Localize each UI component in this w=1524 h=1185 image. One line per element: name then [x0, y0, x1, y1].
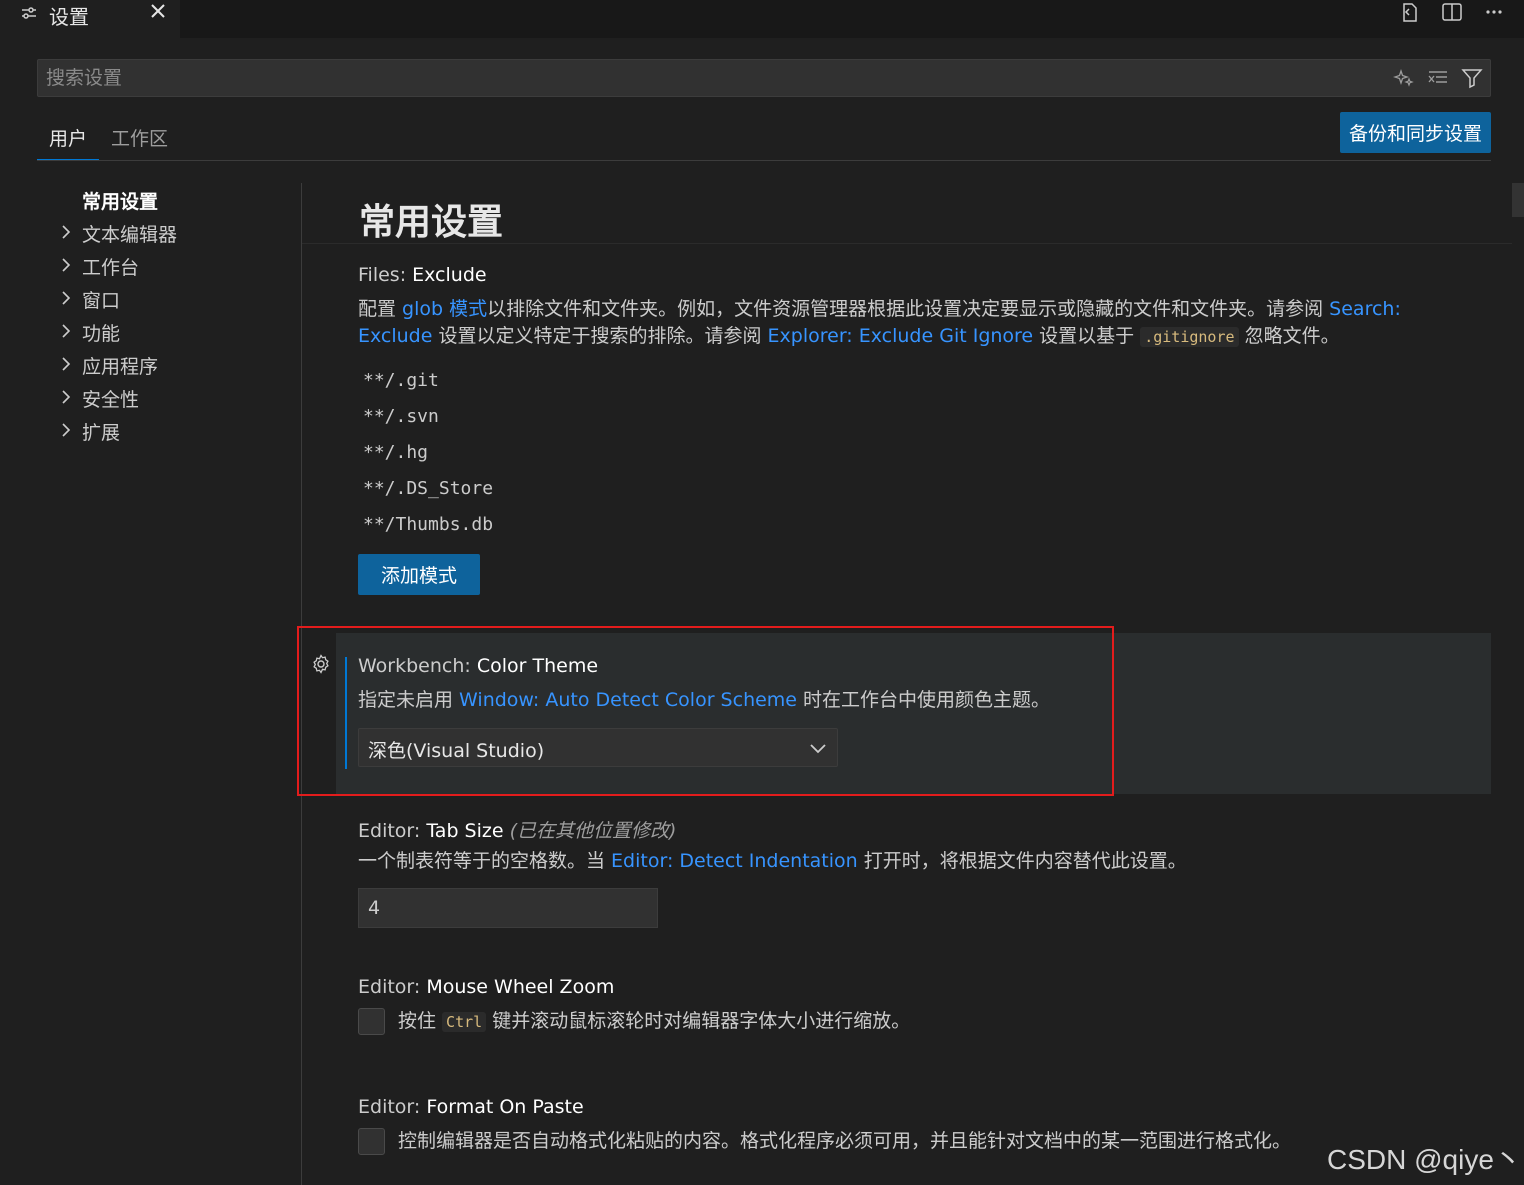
setting-name: Tab Size: [426, 820, 504, 842]
toc-item-application[interactable]: 应用程序: [0, 350, 300, 380]
settings-search-box: [37, 59, 1491, 97]
desc-text: 设置以定义特定于搜索的排除。请参阅: [432, 325, 768, 347]
editor-actions: [1398, 0, 1506, 24]
clear-filter-icon[interactable]: [1426, 66, 1450, 90]
toc-item-window[interactable]: 窗口: [0, 284, 300, 314]
modified-elsewhere-indicator[interactable]: (已在其他位置修改): [510, 820, 677, 842]
title-divider: [302, 243, 1512, 244]
setting-name: Mouse Wheel Zoom: [426, 976, 615, 998]
toc-item-label: 窗口: [82, 290, 121, 312]
toc-item-label: 安全性: [82, 389, 140, 411]
setting-title-mouse-wheel-zoom: Editor: Mouse Wheel Zoom: [358, 976, 614, 998]
watermark: CSDN @qiye丶: [1327, 1144, 1522, 1175]
format-on-paste-checkbox[interactable]: [358, 1128, 385, 1155]
setting-title-tab-size: Editor: Tab Size (已在其他位置修改): [358, 816, 676, 843]
exclude-pattern-item[interactable]: **/.svn: [363, 406, 439, 427]
mouse-wheel-zoom-checkbox[interactable]: [358, 1008, 385, 1035]
tab-title: 设置: [49, 5, 89, 29]
settings-tab[interactable]: 设置: [0, 0, 180, 38]
inline-code: .gitignore: [1140, 327, 1239, 347]
setting-description-tab-size: 一个制表符等于的空格数。当 Editor: Detect Indentation…: [358, 848, 1458, 875]
desc-text: 键并滚动鼠标滚轮时对编辑器字体大小进行缩放。: [486, 1010, 911, 1032]
toc-item-label: 常用设置: [82, 191, 159, 213]
desc-text: 打开时，将根据文件内容替代此设置。: [857, 850, 1187, 872]
toc-item-features[interactable]: 功能: [0, 317, 300, 347]
editor-tab-bar: 设置: [0, 0, 1524, 38]
exclude-pattern-item[interactable]: **/.hg: [363, 442, 428, 463]
setting-category: Files:: [358, 264, 413, 286]
setting-category: Editor:: [358, 976, 427, 998]
chevron-right-icon: [62, 357, 71, 371]
desc-text: 忽略文件。: [1238, 325, 1340, 347]
chevron-right-icon: [62, 258, 71, 272]
toc-item-label: 工作台: [82, 257, 140, 279]
exclude-pattern-item[interactable]: **/Thumbs.db: [363, 514, 493, 535]
chevron-right-icon: [62, 291, 71, 305]
split-editor-icon[interactable]: [1440, 0, 1464, 24]
link-glob[interactable]: glob 模式: [402, 298, 487, 320]
link-search-exclude-b[interactable]: Exclude: [358, 325, 432, 347]
setting-name: Format On Paste: [426, 1096, 584, 1118]
scope-divider: [37, 160, 1491, 161]
ai-sparkle-icon[interactable]: [1392, 66, 1416, 90]
desc-text: 按住: [398, 1010, 443, 1032]
toc-item-label: 文本编辑器: [82, 224, 178, 246]
desc-text: 配置: [358, 298, 403, 320]
toc-item-text-editor[interactable]: 文本编辑器: [0, 218, 300, 248]
tab-size-input[interactable]: [358, 888, 658, 928]
settings-sliders-icon: [22, 7, 36, 19]
toc-item-label: 应用程序: [82, 356, 159, 378]
exclude-pattern-item[interactable]: **/.git: [363, 370, 439, 391]
backup-sync-button[interactable]: 备份和同步设置: [1340, 112, 1491, 153]
setting-name: Exclude: [412, 264, 487, 286]
chevron-right-icon: [62, 390, 71, 404]
search-input[interactable]: [46, 60, 1376, 96]
toc-item-workbench[interactable]: 工作台: [0, 251, 300, 281]
filter-icon[interactable]: [1460, 66, 1484, 90]
setting-title-format-on-paste: Editor: Format On Paste: [358, 1096, 584, 1118]
link-explorer-exclude-git-ignore[interactable]: Explorer: Exclude Git Ignore: [768, 325, 1034, 347]
desc-text: 一个制表符等于的空格数。当: [358, 850, 612, 872]
search-actions: [1392, 66, 1484, 90]
toc-item-extensions[interactable]: 扩展: [0, 416, 300, 446]
settings-scope-tabs: 用户 工作区: [37, 116, 180, 161]
setting-description-format-on-paste: 控制编辑器是否自动格式化粘贴的内容。格式化程序必须可用，并且能针对文档中的某一范…: [398, 1130, 1292, 1152]
toc-item-security[interactable]: 安全性: [0, 383, 300, 413]
link-detect-indentation[interactable]: Editor: Detect Indentation: [611, 850, 858, 872]
open-settings-json-icon[interactable]: [1398, 0, 1422, 24]
setting-category: Editor:: [358, 1096, 427, 1118]
setting-description-files-exclude: 配置 glob 模式以排除文件和文件夹。例如，文件资源管理器根据此设置决定要显示…: [358, 296, 1458, 351]
desc-text: 以排除文件和文件夹。例如，文件资源管理器根据此设置决定要显示或隐藏的文件和文件夹…: [487, 298, 1330, 320]
toc-item-commonly-used[interactable]: 常用设置: [0, 185, 300, 215]
inline-code: Ctrl: [442, 1012, 487, 1032]
setting-description-mouse-wheel-zoom: 按住 Ctrl 键并滚动鼠标滚轮时对编辑器字体大小进行缩放。: [398, 1008, 1398, 1036]
add-pattern-button[interactable]: 添加模式: [358, 554, 480, 595]
tab-user[interactable]: 用户: [37, 116, 100, 161]
chevron-right-icon: [62, 423, 71, 437]
setting-title-files-exclude: Files: Exclude: [358, 264, 487, 286]
toc-item-label: 功能: [82, 323, 121, 345]
toc-item-label: 扩展: [82, 422, 121, 444]
scrollbar[interactable]: [1512, 183, 1524, 217]
chevron-right-icon: [62, 324, 71, 338]
exclude-pattern-item[interactable]: **/.DS_Store: [363, 478, 493, 499]
close-icon[interactable]: [148, 1, 168, 21]
link-search-exclude-a[interactable]: Search:: [1329, 298, 1401, 320]
more-actions-icon[interactable]: [1482, 0, 1506, 24]
desc-text: 设置以基于: [1033, 325, 1141, 347]
setting-category: Editor:: [358, 820, 427, 842]
settings-content: 常用设置 Files: Exclude 配置 glob 模式以排除文件和文件夹。…: [297, 183, 1524, 1185]
page-title: 常用设置: [359, 202, 504, 243]
annotation-highlight-box: [297, 626, 1114, 796]
tab-workspace[interactable]: 工作区: [99, 116, 180, 161]
chevron-right-icon: [62, 225, 71, 239]
